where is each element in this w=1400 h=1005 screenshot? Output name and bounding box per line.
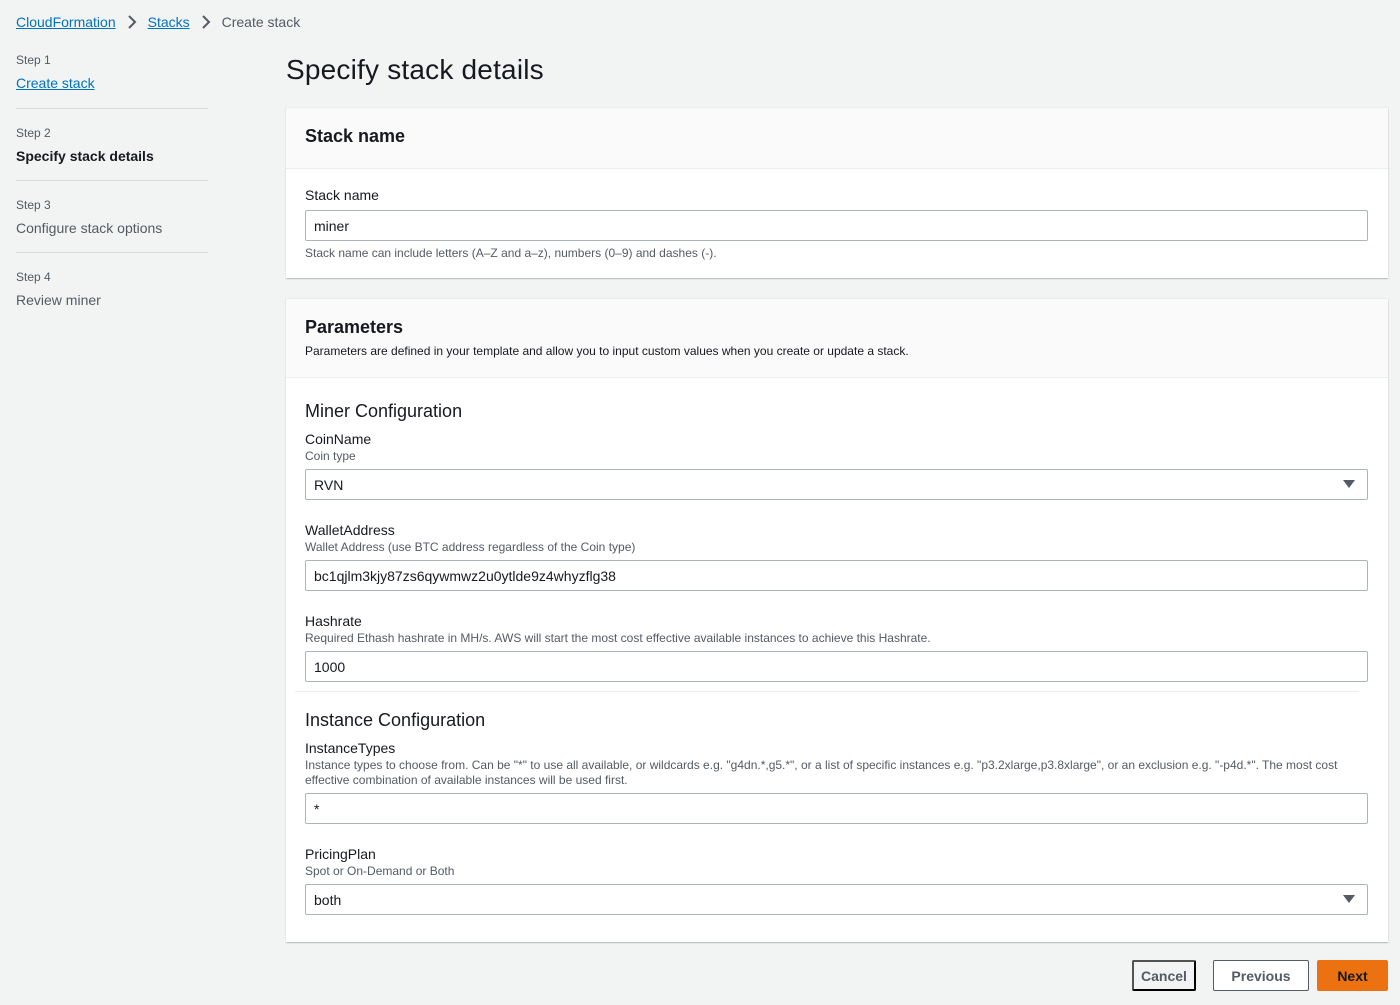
step-number: Step 3	[16, 198, 51, 212]
panel-header: Parameters Parameters are defined in you…	[286, 299, 1388, 378]
instance-types-field: InstanceTypes Instance types to choose f…	[305, 739, 1369, 824]
stack-name-panel: Stack name Stack name miner Stack name c…	[286, 107, 1388, 278]
instance-configuration-section: Instance Configuration InstanceTypes Ins…	[305, 692, 1369, 915]
chevron-right-icon	[127, 15, 137, 29]
panel-title: Parameters	[305, 317, 404, 337]
step-number: Step 1	[16, 53, 51, 67]
step-title: Configure stack options	[16, 220, 163, 236]
panel-body: Stack name miner Stack name can include …	[286, 169, 1388, 261]
input-value: *	[314, 800, 320, 817]
panel-description: Parameters are defined in your template …	[305, 344, 909, 358]
field-label: InstanceTypes	[305, 740, 396, 756]
wizard-step-3: Step 3 Configure stack options	[16, 180, 208, 252]
wallet-address-input[interactable]: bc1qjlm3kjy87zs6qywmwz2u0ytlde9z4whyzflg…	[305, 560, 1368, 591]
caret-down-icon	[1343, 895, 1355, 903]
wizard-footer-actions: Cancel Previous Next	[1132, 960, 1388, 991]
field-label: CoinName	[305, 431, 372, 447]
field-description: Instance types to choose from. Can be "*…	[305, 758, 1338, 787]
pricing-plan-select[interactable]: both	[305, 884, 1368, 915]
input-value: 1000	[314, 658, 346, 675]
hashrate-input[interactable]: 1000	[305, 651, 1368, 682]
section-title: Instance Configuration	[305, 710, 486, 730]
wizard-steps-nav: Step 1 Create stack Step 2 Specify stack…	[16, 52, 208, 324]
stack-name-hint: Stack name can include letters (A–Z and …	[305, 246, 717, 260]
breadcrumb-current: Create stack	[221, 14, 301, 30]
caret-down-icon	[1343, 480, 1355, 488]
field-label: Hashrate	[305, 613, 362, 629]
pricing-plan-field: PricingPlan Spot or On-Demand or Both bo…	[305, 845, 1369, 915]
miner-configuration-section: Miner Configuration CoinName Coin type R…	[305, 378, 1369, 682]
panel-header: Stack name	[286, 108, 1388, 169]
stack-name-label: Stack name	[305, 187, 379, 203]
select-value: both	[314, 891, 342, 908]
section-title: Miner Configuration	[305, 401, 463, 421]
next-button[interactable]: Next	[1317, 960, 1388, 991]
hashrate-field: Hashrate Required Ethash hashrate in MH/…	[305, 612, 1369, 682]
field-description: Spot or On-Demand or Both	[305, 864, 455, 878]
breadcrumb: CloudFormation Stacks Create stack	[16, 13, 300, 31]
cancel-button[interactable]: Cancel	[1132, 960, 1196, 991]
step-link-create-stack[interactable]: Create stack	[16, 74, 208, 92]
wizard-step-2: Step 2 Specify stack details	[16, 108, 208, 180]
step-number: Step 2	[16, 126, 51, 140]
instance-types-input[interactable]: *	[305, 793, 1368, 824]
parameters-panel: Parameters Parameters are defined in you…	[286, 298, 1388, 942]
panel-body: Miner Configuration CoinName Coin type R…	[286, 378, 1388, 915]
coin-name-field: CoinName Coin type RVN	[305, 430, 1369, 500]
previous-button[interactable]: Previous	[1213, 960, 1309, 991]
step-number: Step 4	[16, 270, 51, 284]
input-value: bc1qjlm3kjy87zs6qywmwz2u0ytlde9z4whyzflg…	[314, 567, 616, 584]
field-label: WalletAddress	[305, 522, 395, 538]
stack-name-input[interactable]: miner	[305, 210, 1368, 241]
breadcrumb-stacks[interactable]: Stacks	[148, 14, 190, 30]
chevron-right-icon	[201, 15, 211, 29]
field-description: Coin type	[305, 449, 356, 463]
input-value: miner	[314, 217, 350, 234]
panel-title: Stack name	[305, 126, 406, 146]
wizard-step-4: Step 4 Review miner	[16, 252, 208, 324]
field-description: Wallet Address (use BTC address regardle…	[305, 540, 636, 554]
wallet-address-field: WalletAddress Wallet Address (use BTC ad…	[305, 521, 1369, 591]
page-title: Specify stack details	[286, 54, 544, 85]
select-value: RVN	[314, 476, 344, 493]
field-description: Required Ethash hashrate in MH/s. AWS wi…	[305, 631, 931, 645]
step-title-active: Specify stack details	[16, 148, 154, 164]
coin-name-select[interactable]: RVN	[305, 469, 1368, 500]
breadcrumb-cloudformation[interactable]: CloudFormation	[16, 14, 116, 30]
step-title: Review miner	[16, 292, 101, 308]
field-label: PricingPlan	[305, 846, 376, 862]
wizard-step-1: Step 1 Create stack	[16, 52, 208, 108]
